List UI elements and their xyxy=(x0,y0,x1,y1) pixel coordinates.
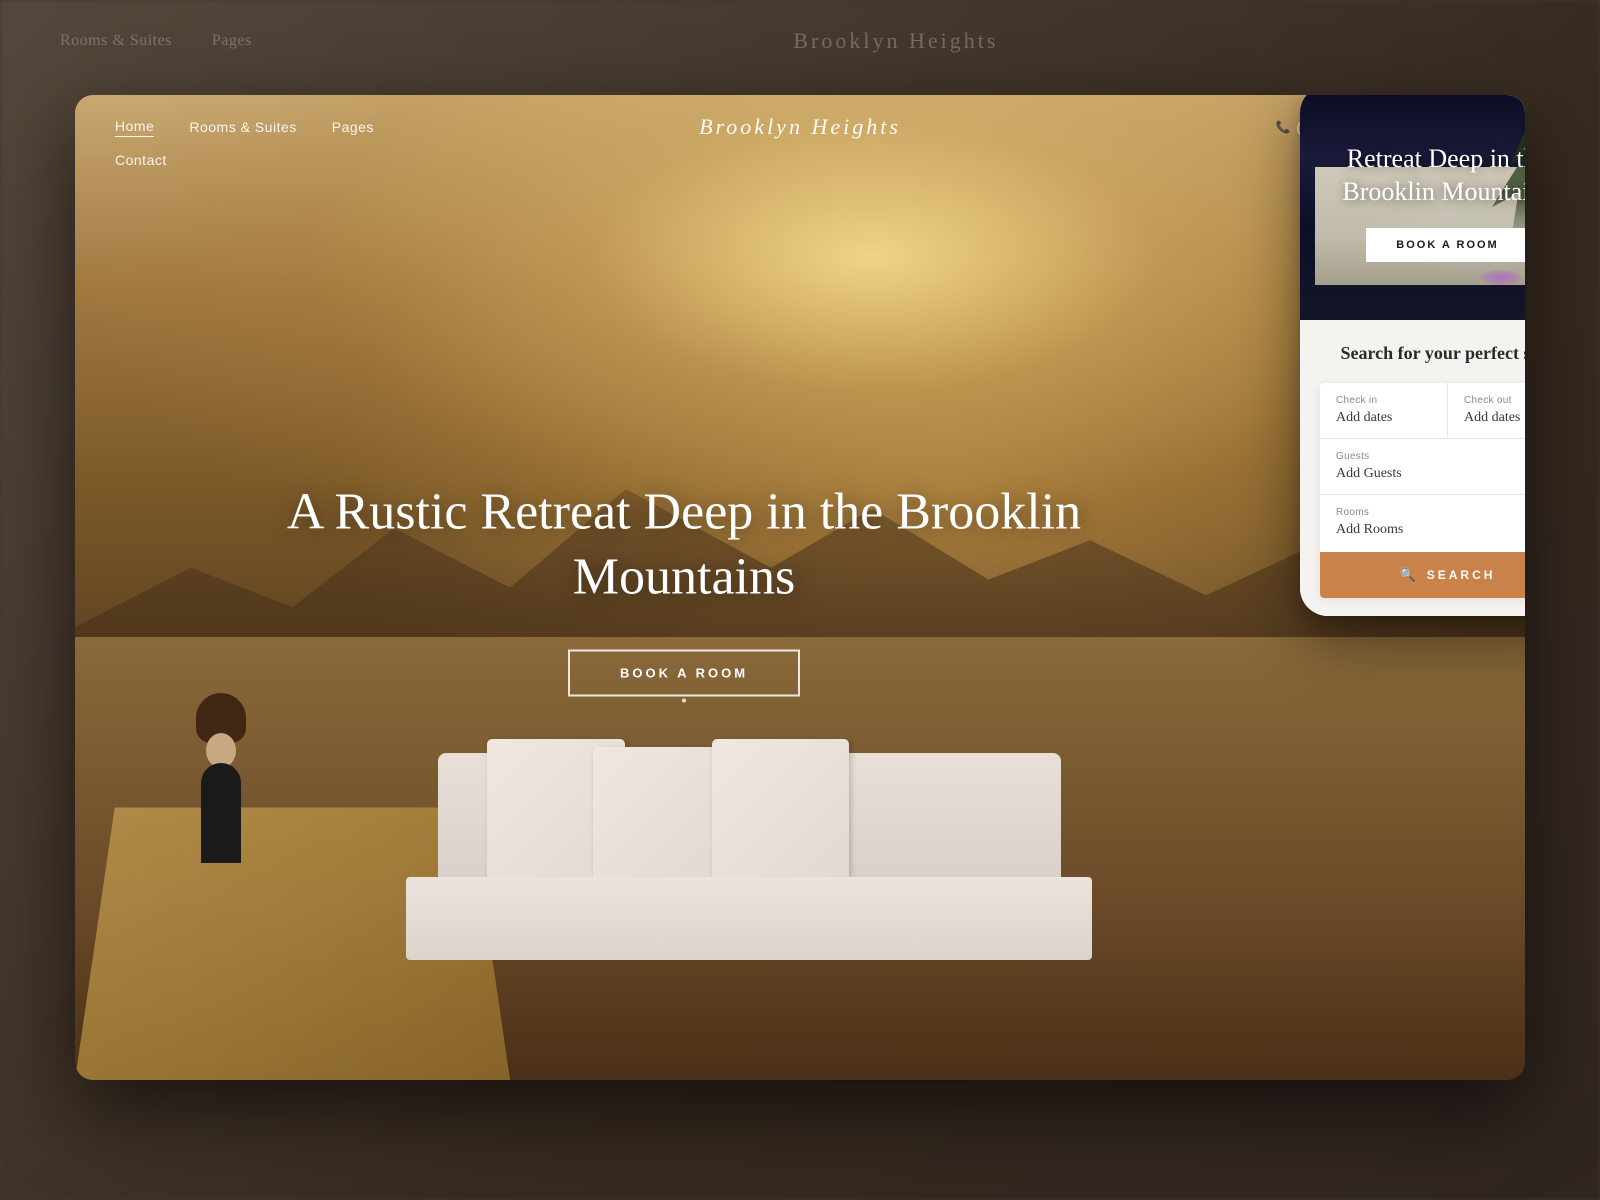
background-nav: Rooms & Suites Pages Brooklyn Heights xyxy=(0,28,1600,54)
guests-label: Guests xyxy=(1336,451,1525,462)
nav-contact[interactable]: Contact xyxy=(115,152,167,168)
rooms-label: Rooms xyxy=(1336,507,1525,518)
nav-top-row: Home Rooms & Suites Pages Brooklyn Heigh… xyxy=(115,95,1485,147)
nav-home[interactable]: Home xyxy=(115,118,154,137)
checkin-value: Add dates xyxy=(1336,410,1431,426)
mobile-hero-section: Retreat Deep in the Brooklin Mountains B… xyxy=(1300,95,1525,320)
checkin-label: Check in xyxy=(1336,395,1431,406)
site-brand: Brooklyn Heights xyxy=(699,114,901,140)
nav-bottom-row: Contact xyxy=(115,147,1485,185)
mobile-search-section: Search for your perfect stay Check in Ad… xyxy=(1300,320,1525,616)
checkout-label: Check out xyxy=(1464,395,1525,406)
search-heading: Search for your perfect stay xyxy=(1320,342,1525,365)
hero-content: A Rustic Retreat Deep in the Brooklin Mo… xyxy=(249,479,1119,696)
search-button[interactable]: 🔍 SEARCH xyxy=(1320,552,1525,598)
sofa xyxy=(438,725,1062,1001)
checkout-value: Add dates xyxy=(1464,410,1525,426)
checkin-field[interactable]: Check in Add dates xyxy=(1320,383,1448,438)
mobile-preview-card: Retreat Deep in the Brooklin Mountains B… xyxy=(1300,95,1525,616)
bg-nav-brand: Brooklyn Heights xyxy=(252,28,1540,54)
sofa-seat xyxy=(406,877,1092,960)
nav-rooms-suites[interactable]: Rooms & Suites xyxy=(189,119,296,135)
slide-indicator xyxy=(682,698,686,702)
rooms-field[interactable]: Rooms Add Rooms xyxy=(1320,495,1525,550)
person-silhouette xyxy=(191,703,271,863)
bg-nav-left: Rooms & Suites Pages xyxy=(60,32,252,50)
bg-nav-pages: Pages xyxy=(212,32,252,50)
person-body xyxy=(201,763,241,863)
search-form: Check in Add dates Check out Add dates G… xyxy=(1320,383,1525,598)
bg-nav-rooms: Rooms & Suites xyxy=(60,32,172,50)
checkout-field[interactable]: Check out Add dates xyxy=(1448,383,1525,438)
guests-field[interactable]: Guests Add Guests xyxy=(1320,439,1525,495)
search-button-label: SEARCH xyxy=(1427,568,1496,582)
nav-left: Home Rooms & Suites Pages xyxy=(115,118,374,137)
mobile-hero-title: Retreat Deep in the Brooklin Mountains xyxy=(1320,143,1525,208)
date-row: Check in Add dates Check out Add dates xyxy=(1320,383,1525,439)
hero-title: A Rustic Retreat Deep in the Brooklin Mo… xyxy=(249,479,1119,609)
phone-icon: 📞 xyxy=(1275,120,1290,134)
browser-window: Home Rooms & Suites Pages Brooklyn Heigh… xyxy=(75,95,1525,1080)
mobile-hero-text: Retreat Deep in the Brooklin Mountains B… xyxy=(1300,95,1525,320)
rooms-value: Add Rooms xyxy=(1336,522,1525,538)
book-room-button[interactable]: BOOK A ROOM xyxy=(568,649,800,696)
guests-value: Add Guests xyxy=(1336,466,1525,482)
nav-pages[interactable]: Pages xyxy=(332,119,374,135)
search-icon: 🔍 xyxy=(1400,567,1419,583)
mobile-book-button[interactable]: BOOK A ROOM xyxy=(1366,228,1525,262)
